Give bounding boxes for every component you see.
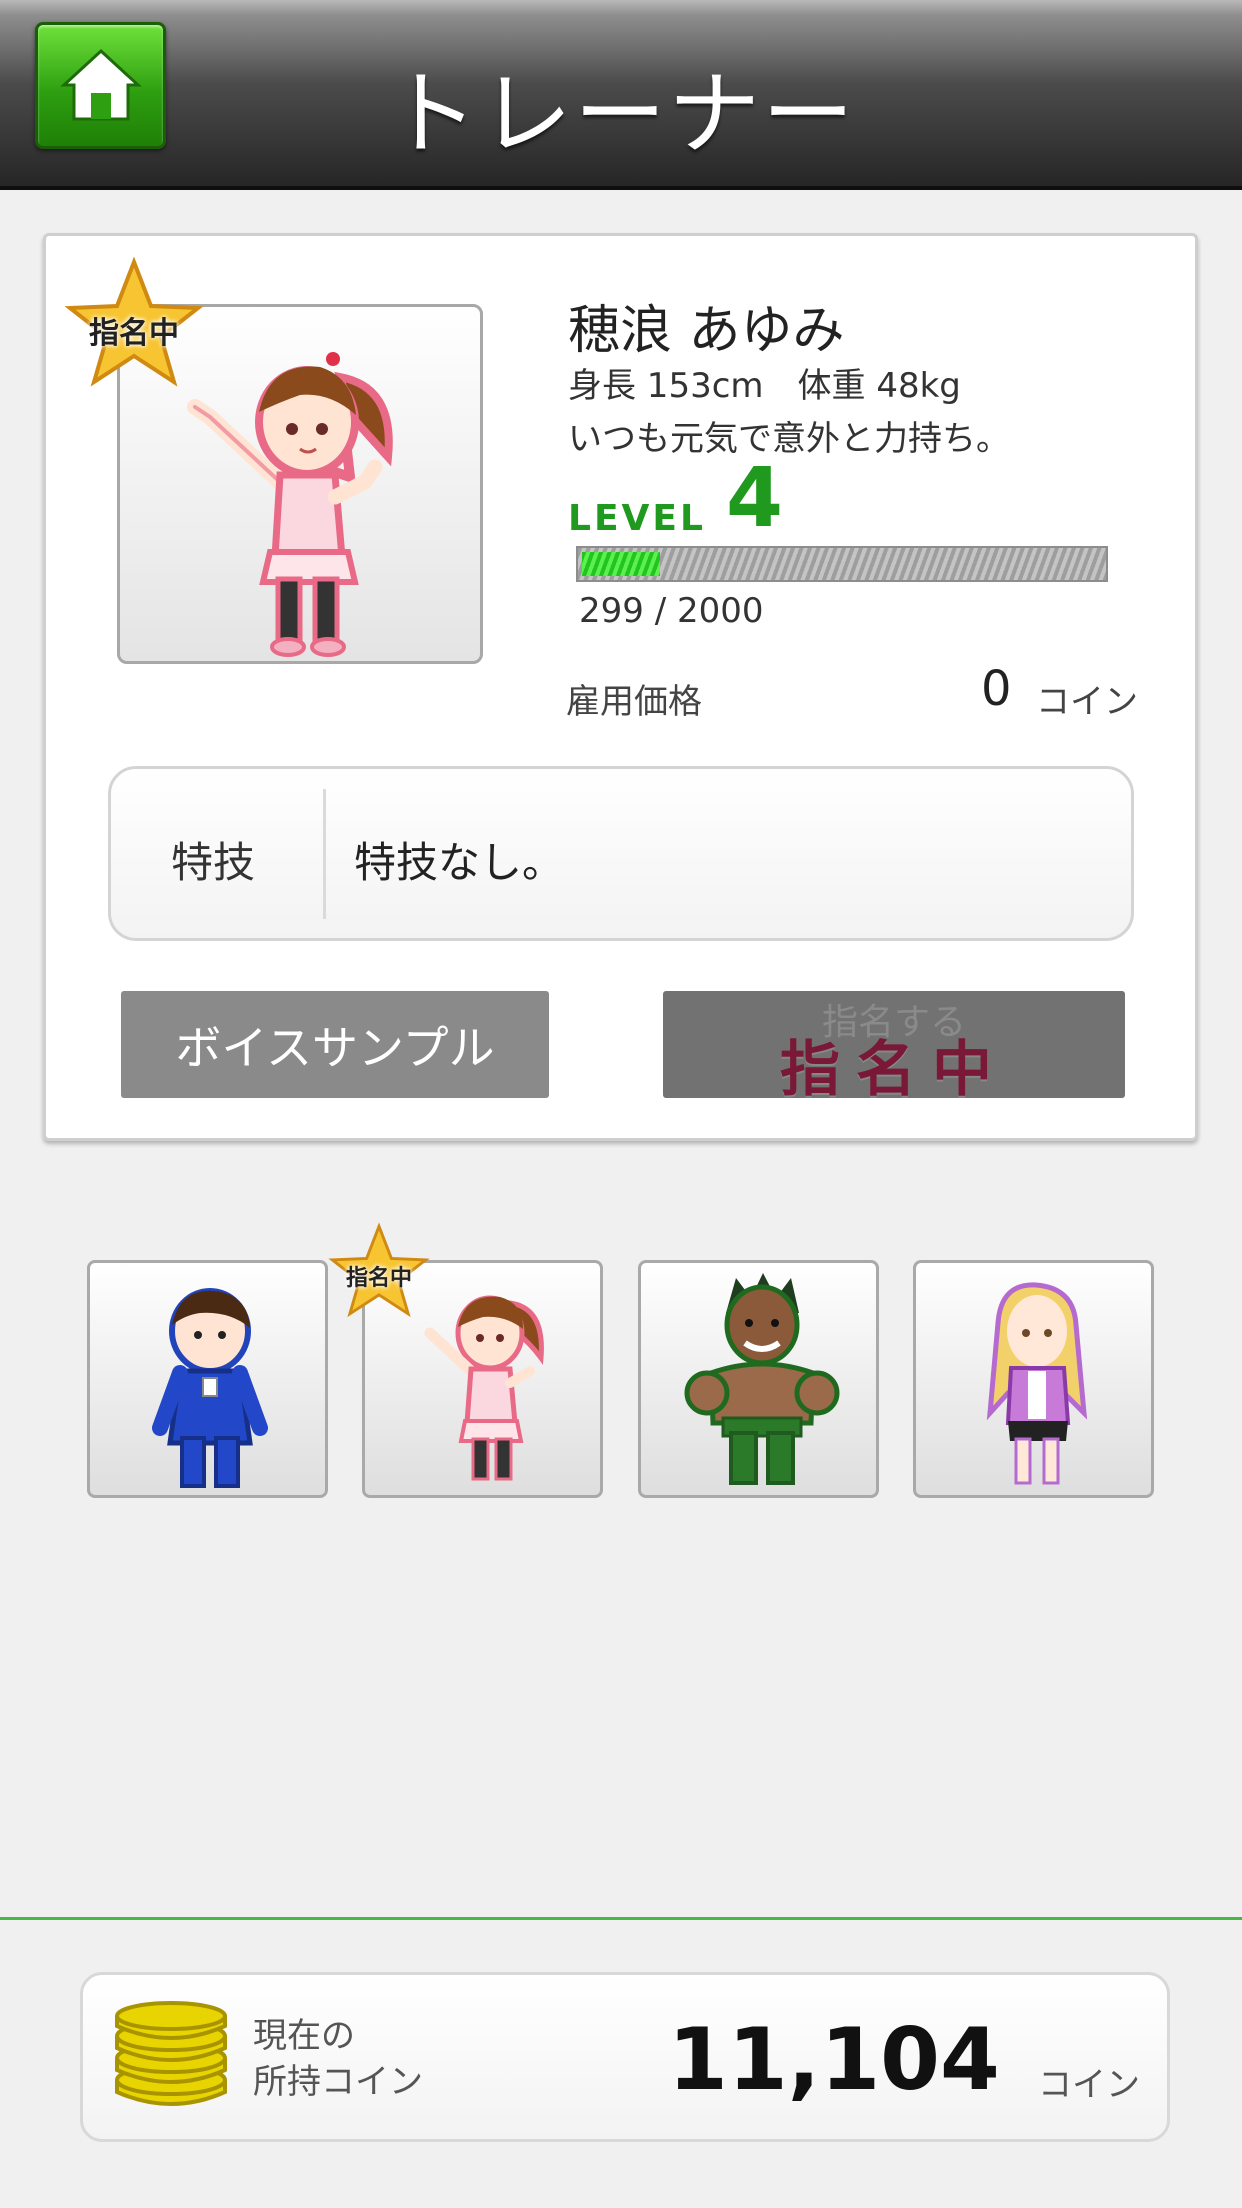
trainer-boy-blue-illustration [152, 1288, 268, 1488]
thumb-nominated-star-badge: 指名中 [328, 1222, 430, 1324]
level-label: LEVEL [568, 498, 706, 539]
nominated-star-badge: 指名中 [64, 256, 204, 396]
trainer-thumb-1[interactable] [87, 1260, 328, 1498]
trainer-thumb-4[interactable] [913, 1260, 1154, 1498]
price-unit: コイン [1036, 682, 1138, 722]
price-label: 雇用価格 [566, 682, 702, 722]
trainer-stats: 身長 153cm 体重 48kg [568, 366, 961, 406]
skill-label: 特技 [171, 838, 256, 887]
coin-label: 現在の 所持コイン [253, 2016, 423, 2102]
footer-bar: 現在の 所持コイン 11,104 コイン [0, 1917, 1242, 2208]
header-bar: トレーナー [0, 0, 1242, 190]
price-value: 0 [981, 661, 1012, 717]
trainer-description: いつも元気で意外と力持ち。 [568, 419, 1010, 459]
coin-value: 11,104 [668, 2010, 1000, 2110]
coin-stack-icon [115, 2001, 227, 2106]
page-title: トレーナー [385, 61, 856, 168]
trainer-name: 穂浪 あゆみ [568, 301, 845, 361]
skill-box: 特技 特技なし。 [108, 766, 1134, 941]
coin-balance-box: 現在の 所持コイン 11,104 コイン [80, 1972, 1170, 2142]
skill-value: 特技なし。 [354, 838, 565, 887]
trainer-blonde-woman-illustration [986, 1282, 1088, 1485]
xp-progress-fill [582, 552, 660, 576]
skill-divider [323, 789, 326, 919]
trainer-muscle-man-illustration [684, 1273, 840, 1485]
level-value: 4 [726, 451, 784, 546]
xp-text: 299 / 2000 [579, 591, 764, 631]
xp-progress-bar [576, 546, 1108, 582]
coin-unit: コイン [1038, 2065, 1140, 2105]
nominate-button[interactable]: 指名する 指名中 [663, 991, 1125, 1098]
nominate-active-label: 指名中 [780, 1035, 1008, 1098]
voice-sample-button[interactable]: ボイスサンプル [121, 991, 549, 1098]
trainer-thumb-3[interactable] [638, 1260, 879, 1498]
trainer-detail-card: 指名中 穂浪 あゆみ 身長 153cm 体重 48kg いつも元気で意外と力持ち… [43, 233, 1198, 1141]
